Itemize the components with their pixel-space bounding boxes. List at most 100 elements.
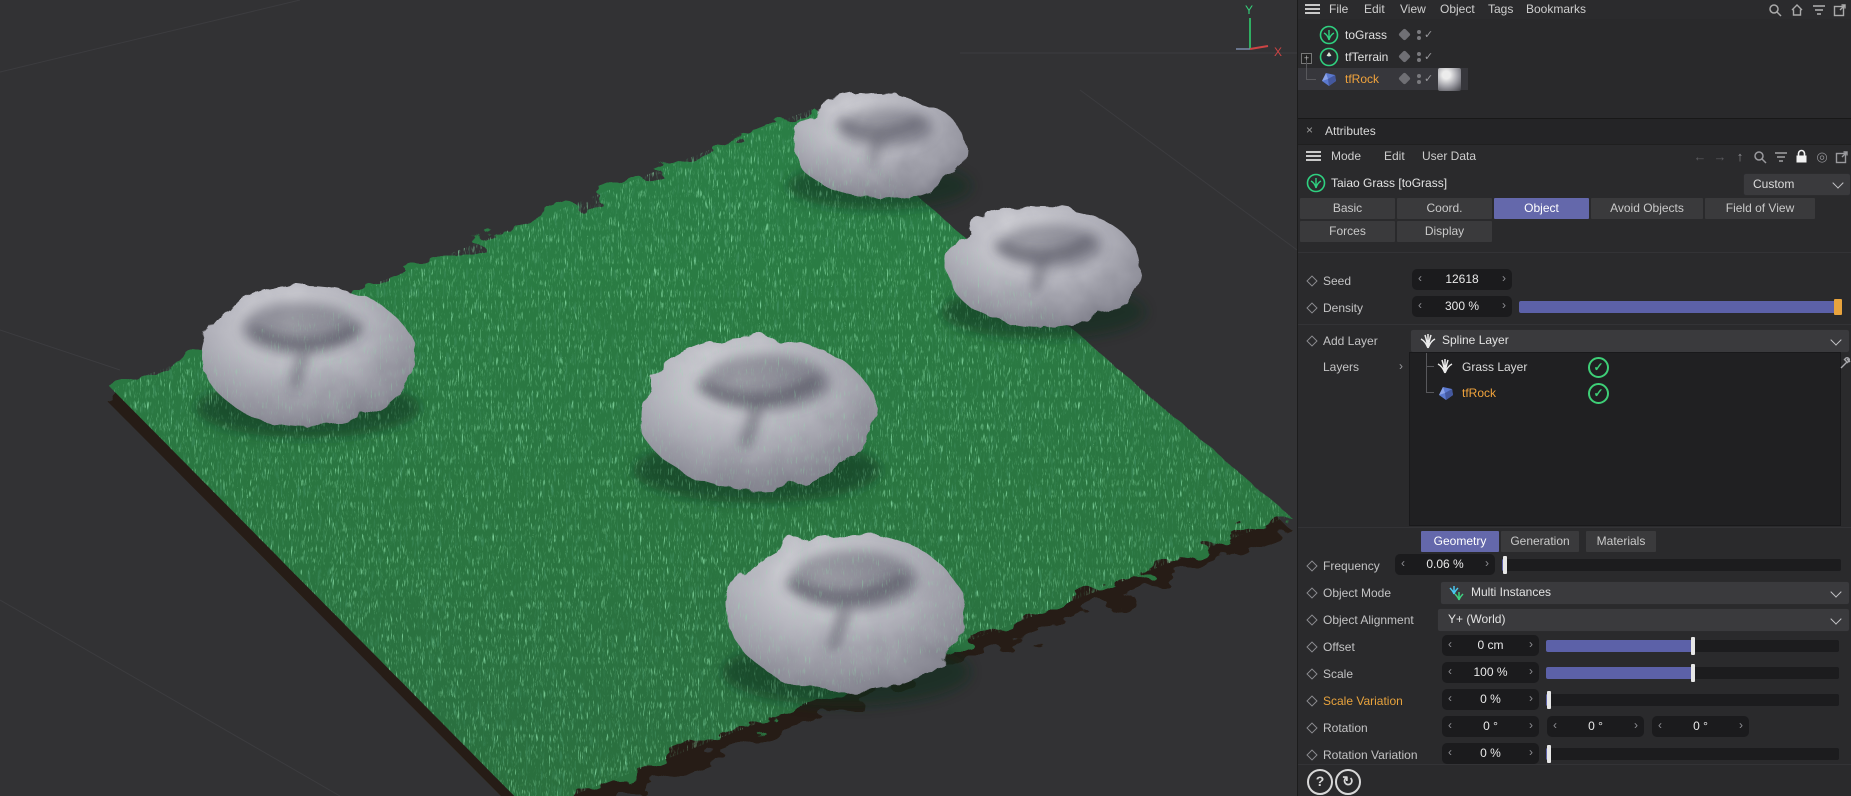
offset-field[interactable]: ‹ 0 cm › [1442,635,1539,656]
scale-field[interactable]: ‹ 100 % › [1442,662,1539,683]
increment-arrow-icon[interactable]: › [1529,664,1533,678]
rotation-variation-field[interactable]: ‹ 0 % › [1442,743,1539,764]
axis-label-x: X [1274,45,1282,59]
home-icon[interactable] [1790,3,1804,17]
object-alignment-dropdown[interactable]: Y+ (World) [1437,608,1850,632]
om-row-tograss[interactable]: toGrass ✓ [1298,24,1851,46]
visibility-dots-icon[interactable] [1417,74,1421,84]
attr-search-icon[interactable] [1753,150,1767,164]
attributes-hamburger-icon[interactable] [1306,151,1321,162]
frequency-field[interactable]: ‹ 0.06 % › [1395,554,1495,575]
history-back-icon[interactable]: ← [1691,148,1709,166]
rotation-h-field[interactable]: ‹ 0 ° › [1442,716,1539,737]
layer-item-grass-layer[interactable]: Grass Layer ✓ [1410,355,1838,379]
attr-filter-icon[interactable] [1774,151,1788,163]
grass-object-icon [1306,173,1326,193]
attributes-menu-row: Mode Edit User Data ← → ↑ ◎ [1298,143,1851,170]
layer-enabled-check-icon[interactable]: ✓ [1588,357,1609,378]
grass-fringe [112,108,1290,796]
slider-handle[interactable] [1690,637,1695,655]
preset-dropdown[interactable]: Custom [1743,173,1851,196]
track-icon[interactable]: ◎ [1813,148,1831,166]
menu-view[interactable]: View [1400,0,1426,19]
eyedropper-icon[interactable] [1839,355,1851,370]
reset-button[interactable]: ↻ [1335,769,1361,795]
increment-arrow-icon[interactable]: › [1529,691,1533,705]
increment-arrow-icon[interactable]: › [1529,745,1533,759]
add-layer-dropdown[interactable]: Spline Layer [1410,329,1850,353]
density-value: 300 % [1444,299,1480,313]
increment-arrow-icon[interactable]: › [1739,718,1743,732]
lock-icon[interactable] [1795,149,1808,164]
slider-handle[interactable] [1546,691,1551,709]
rotation-variation-slider[interactable] [1546,745,1839,763]
rotation-b-field[interactable]: ‹ 0 ° › [1652,716,1749,737]
tab-display[interactable]: Display [1397,221,1492,242]
om-row-tfterrain[interactable]: + tfTerrain ✓ [1298,46,1851,68]
menu-object[interactable]: Object [1440,0,1475,19]
viewport-scene: Y X [0,0,1298,796]
menu-file[interactable]: File [1329,0,1348,19]
object-mode-dropdown[interactable]: Multi Instances [1440,581,1850,605]
increment-arrow-icon[interactable]: › [1529,637,1533,651]
popout-icon[interactable] [1833,3,1847,17]
om-row-tfrock[interactable]: tfRock ✓ [1298,60,1851,91]
viewport-3d[interactable]: Y X [0,0,1298,796]
hamburger-menu-icon[interactable] [1305,4,1320,15]
layers-expand-arrow[interactable]: › [1399,359,1403,373]
increment-arrow-icon[interactable]: › [1529,718,1533,732]
menu-bookmarks[interactable]: Bookmarks [1526,0,1586,19]
material-thumbnail[interactable] [1438,68,1461,91]
frequency-slider[interactable] [1502,556,1841,574]
tab-coord[interactable]: Coord. [1397,198,1492,219]
density-field[interactable]: ‹ 300 % › [1412,296,1512,317]
up-level-icon[interactable]: ↑ [1731,148,1749,166]
visibility-dots-icon[interactable] [1417,52,1421,62]
increment-arrow-icon[interactable]: › [1485,556,1489,570]
increment-arrow-icon[interactable]: › [1634,718,1638,732]
layer-tag-icon[interactable] [1398,50,1411,63]
tab-object[interactable]: Object [1494,198,1589,219]
menu-edit[interactable]: Edit [1364,0,1385,19]
attr-menu-edit[interactable]: Edit [1384,149,1405,163]
layer-enabled-check-icon[interactable]: ✓ [1588,383,1609,404]
attr-menu-user-data[interactable]: User Data [1422,149,1476,163]
slider-handle[interactable] [1833,299,1842,315]
attr-menu-mode[interactable]: Mode [1331,149,1361,163]
tab-forces[interactable]: Forces [1300,221,1395,242]
object-alignment-label: Object Alignment [1323,613,1414,627]
rotation-p-field[interactable]: ‹ 0 ° › [1547,716,1644,737]
scale-variation-slider[interactable] [1546,691,1839,709]
tab-avoid-objects[interactable]: Avoid Objects [1591,198,1703,219]
attr-popout-icon[interactable] [1835,150,1849,164]
slider-handle[interactable] [1503,556,1508,574]
tab-generation[interactable]: Generation [1501,531,1579,552]
slider-handle[interactable] [1690,664,1695,682]
help-button[interactable]: ? [1307,769,1333,795]
history-forward-icon[interactable]: → [1711,148,1729,166]
offset-slider[interactable] [1546,637,1839,655]
increment-arrow-icon[interactable]: › [1502,271,1506,285]
density-slider[interactable] [1519,299,1842,315]
tab-basic[interactable]: Basic [1300,198,1395,219]
layer-item-tfrock[interactable]: tfRock ✓ [1410,381,1838,405]
param-diamond-icon [1306,335,1318,347]
slider-handle[interactable] [1546,745,1551,763]
filter-icon[interactable] [1812,4,1826,16]
tab-geometry[interactable]: Geometry [1421,531,1499,552]
menu-tags[interactable]: Tags [1488,0,1513,19]
scale-slider[interactable] [1546,664,1839,682]
search-icon[interactable] [1768,3,1782,17]
enable-check-icon[interactable]: ✓ [1424,28,1433,41]
tab-field-of-view[interactable]: Field of View [1705,198,1815,219]
visibility-dots-icon[interactable] [1417,30,1421,40]
enable-check-icon[interactable]: ✓ [1424,50,1433,63]
param-diamond-icon [1306,695,1318,707]
enable-check-icon[interactable]: ✓ [1424,72,1433,85]
increment-arrow-icon[interactable]: › [1502,298,1506,312]
layer-tag-icon[interactable] [1398,28,1411,41]
tab-materials[interactable]: Materials [1586,531,1656,552]
close-icon[interactable]: × [1306,123,1313,137]
seed-field[interactable]: ‹ 12618 › [1412,269,1512,290]
scale-variation-field[interactable]: ‹ 0 % › [1442,689,1539,710]
